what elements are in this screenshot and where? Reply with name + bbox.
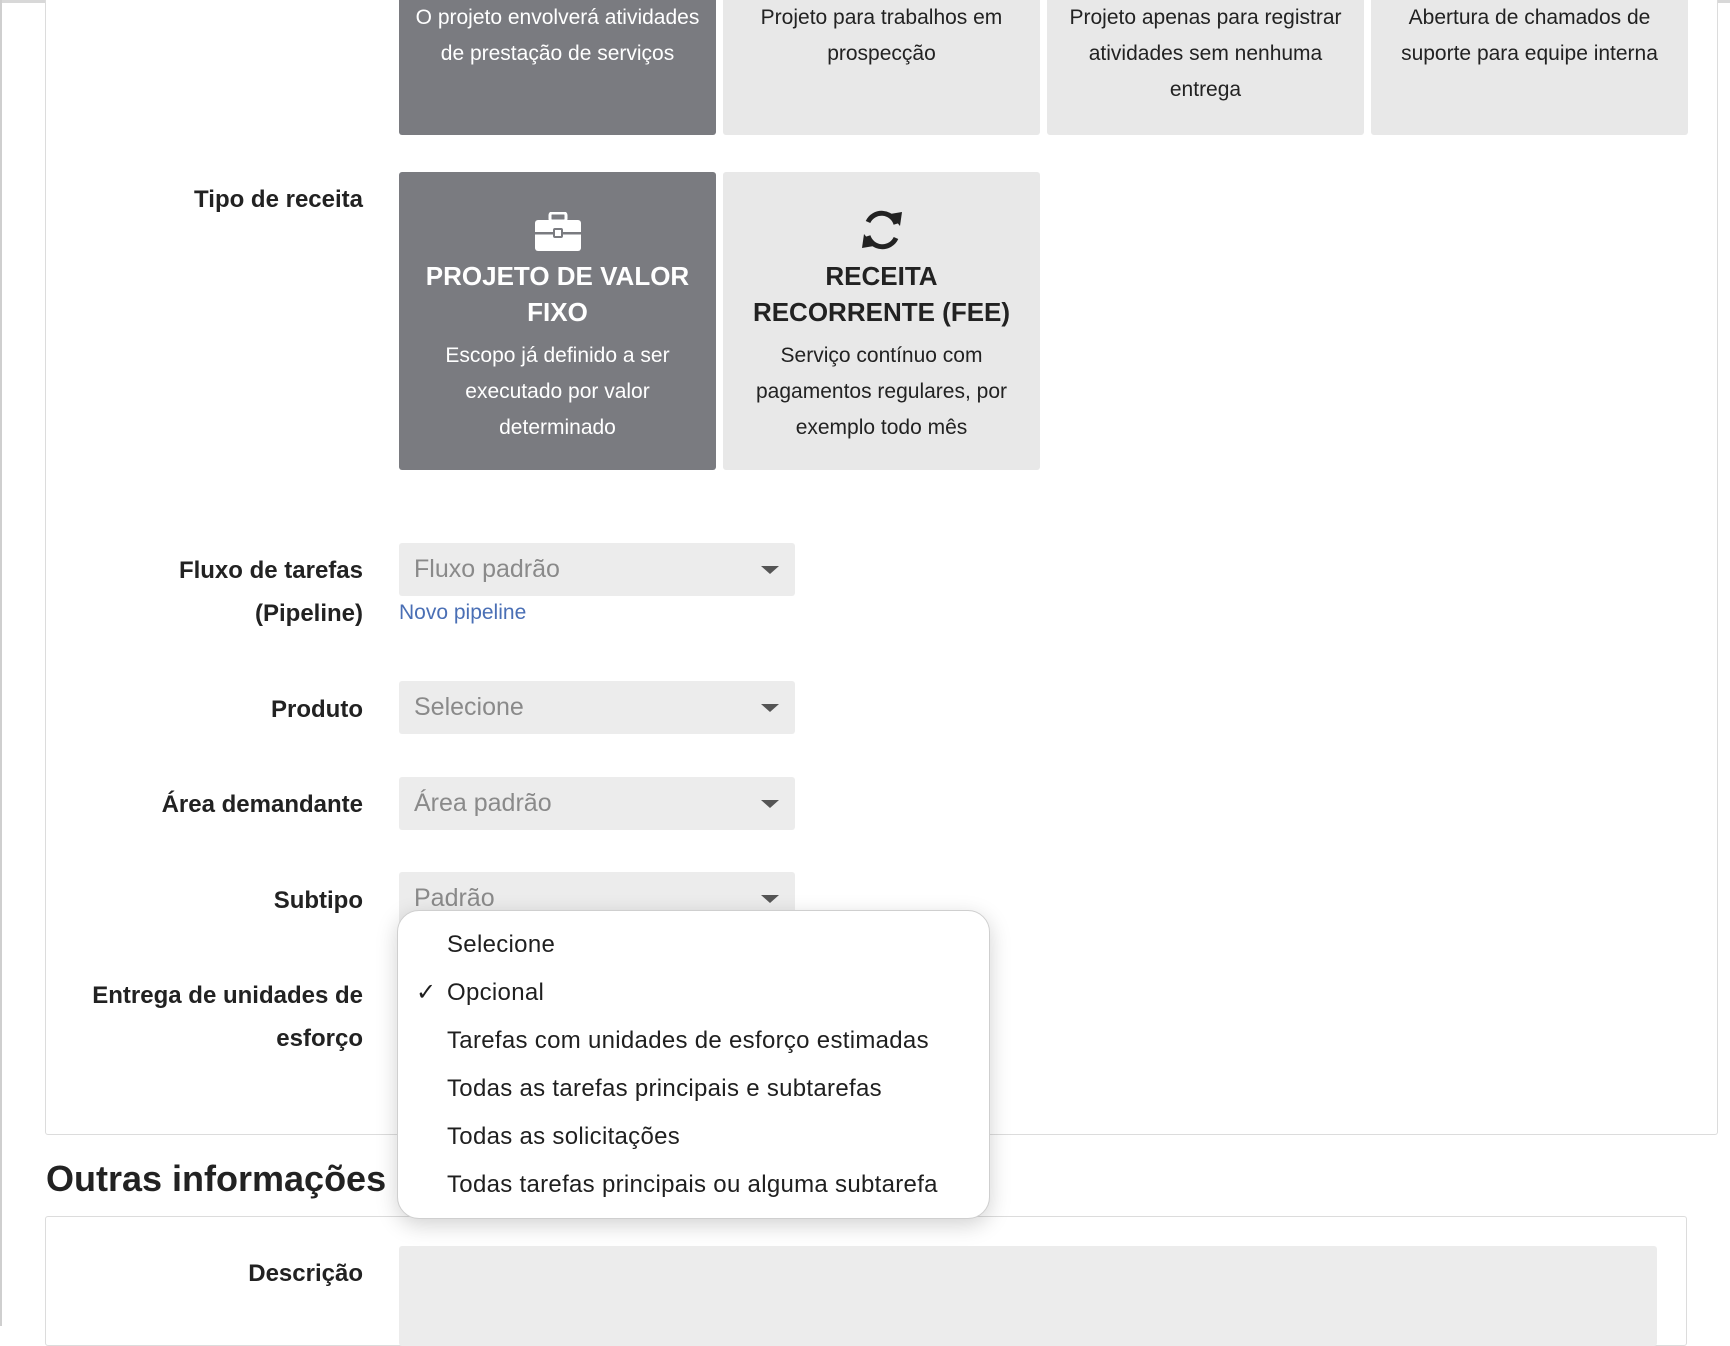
option-label: Todas tarefas principais ou alguma subta… (447, 1171, 938, 1198)
option-label: Todas as tarefas principais e subtarefas (447, 1075, 882, 1102)
card-description: Projeto para trabalhos em prospecção (760, 6, 1003, 65)
refresh-icon (739, 202, 1024, 252)
left-border (0, 0, 2, 1326)
revenue-type-label: Tipo de receita (194, 186, 363, 213)
chevron-down-icon (761, 895, 779, 903)
project-type-card-services[interactable]: O projeto envolverá atividades de presta… (399, 0, 716, 135)
dropdown-option[interactable]: Todas as tarefas principais e subtarefas (398, 1065, 989, 1113)
product-select[interactable]: Selecione (399, 681, 795, 734)
card-title: PROJETO DE VALOR FIXO (425, 261, 690, 327)
project-type-card-support[interactable]: Abertura de chamados de suporte para equ… (1371, 0, 1688, 135)
chevron-down-icon (761, 566, 779, 574)
option-label: Todas as solicitações (447, 1123, 681, 1150)
new-pipeline-link[interactable]: Novo pipeline (399, 601, 526, 625)
product-label: Produto (271, 696, 363, 723)
chevron-down-icon (761, 704, 779, 712)
area-select[interactable]: Área padrão (399, 777, 795, 830)
description-textarea[interactable] (399, 1246, 1657, 1346)
dropdown-option[interactable]: Tarefas com unidades de esforço estimada… (398, 1017, 989, 1065)
revenue-card-recurring[interactable]: RECEITA RECORRENTE (FEE) Serviço contínu… (723, 172, 1040, 470)
effort-delivery-dropdown: Selecione ✓ Opcional Tarefas com unidade… (397, 910, 990, 1219)
effort-delivery-label: Entrega de unidades de esforço (92, 982, 363, 1052)
card-description: Abertura de chamados de suporte para equ… (1401, 6, 1658, 65)
project-type-card-prospection[interactable]: Projeto para trabalhos em prospecção (723, 0, 1040, 135)
dropdown-option[interactable]: Selecione (398, 921, 989, 969)
pipeline-select[interactable]: Fluxo padrão (399, 543, 795, 596)
area-select-value: Área padrão (414, 789, 552, 817)
dropdown-option-selected[interactable]: ✓ Opcional (398, 969, 989, 1017)
pipeline-select-value: Fluxo padrão (414, 555, 560, 583)
area-label: Área demandante (161, 791, 363, 818)
chevron-down-icon (761, 800, 779, 808)
product-select-value: Selecione (414, 693, 524, 721)
card-description: O projeto envolverá atividades de presta… (415, 6, 700, 65)
dropdown-option[interactable]: Todas as solicitações (398, 1113, 989, 1161)
option-label: Opcional (447, 979, 545, 1006)
card-description: Projeto apenas para registrar atividades… (1069, 6, 1342, 101)
option-label: Selecione (447, 931, 556, 958)
card-description: Serviço contínuo com pagamentos regulare… (756, 344, 1007, 439)
briefcase-icon (415, 202, 700, 252)
card-description: Escopo já definido a ser executado por v… (445, 344, 670, 439)
option-label: Tarefas com unidades de esforço estimada… (447, 1027, 929, 1054)
pipeline-label: Fluxo de tarefas (Pipeline) (178, 557, 363, 627)
project-type-card-register[interactable]: Projeto apenas para registrar atividades… (1047, 0, 1364, 135)
subtype-select-value: Padrão (414, 884, 495, 912)
revenue-card-fixed[interactable]: PROJETO DE VALOR FIXO Escopo já definido… (399, 172, 716, 470)
description-label: Descrição (248, 1260, 363, 1287)
dropdown-option[interactable]: Todas tarefas principais ou alguma subta… (398, 1161, 989, 1209)
card-title: RECEITA RECORRENTE (FEE) (752, 261, 1011, 327)
other-info-title: Outras informações (46, 1158, 387, 1199)
checkmark-icon: ✓ (416, 979, 437, 1006)
subtype-label: Subtipo (273, 887, 363, 914)
